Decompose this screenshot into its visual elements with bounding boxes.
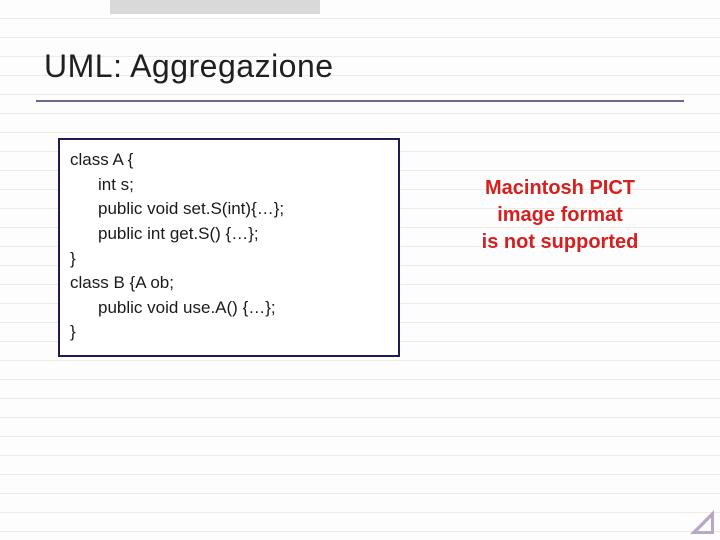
code-box: class A { int s; public void set.S(int){… xyxy=(58,138,400,357)
pict-line: is not supported xyxy=(440,229,680,256)
code-line: class B {A ob; xyxy=(70,273,174,292)
pict-line: image format xyxy=(440,202,680,229)
page-curl-icon xyxy=(690,510,714,534)
code-line: public void use.A() {…}; xyxy=(70,296,388,321)
code-line: public void set.S(int){…}; xyxy=(70,197,388,222)
code-line: } xyxy=(70,322,76,341)
title-underline xyxy=(36,100,684,102)
code-line: } xyxy=(70,249,76,268)
slide-title: UML: Aggregazione xyxy=(44,48,334,85)
pict-unsupported-message: Macintosh PICT image format is not suppo… xyxy=(440,175,680,256)
top-shade-bar xyxy=(110,0,320,14)
code-line: class A { xyxy=(70,150,133,169)
code-line: public int get.S() {…}; xyxy=(70,222,388,247)
code-line: int s; xyxy=(70,173,388,198)
pict-line: Macintosh PICT xyxy=(440,175,680,202)
